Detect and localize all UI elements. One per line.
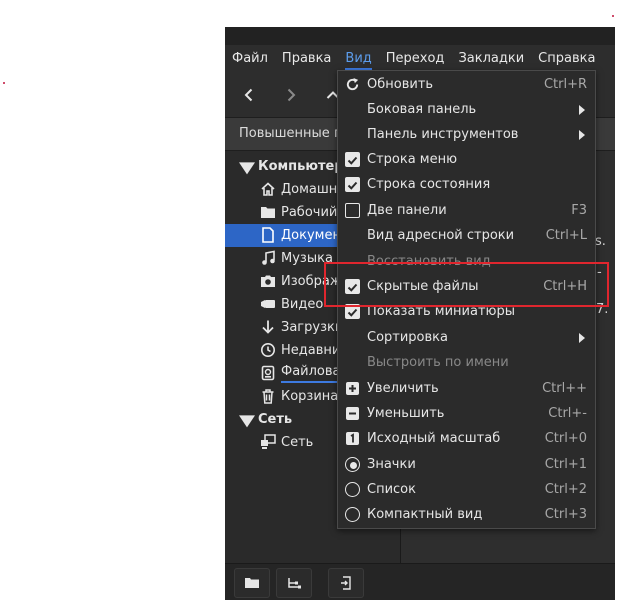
view-menu-menubar[interactable]: Строка меню <box>338 147 595 172</box>
menubar: Файл Правка Вид Переход Закладки Справка <box>225 45 615 73</box>
view-menu-zoom-original[interactable]: Исходный масштаб Ctrl+0 <box>338 426 595 451</box>
checkbox-checked-icon[interactable] <box>345 304 360 319</box>
status-bar <box>225 563 615 600</box>
menu-go[interactable]: Переход <box>379 45 452 73</box>
checkbox-unchecked-icon[interactable] <box>345 203 360 218</box>
view-menu-list-view[interactable]: Список Ctrl+2 <box>338 477 595 502</box>
view-menu-icons-view[interactable]: Значки Ctrl+1 <box>338 452 595 477</box>
camera-icon <box>261 275 275 287</box>
zoom-original-icon <box>346 432 359 445</box>
file-view-text: 7. <box>596 302 609 317</box>
folder-view-button[interactable] <box>234 568 270 598</box>
view-menu-zoom-out[interactable]: Уменьшить Ctrl+- <box>338 401 595 426</box>
marker-dot <box>3 82 5 84</box>
view-menu-location-view[interactable]: Вид адресной строки Ctrl+L <box>338 223 595 248</box>
view-menu-dropdown: Обновить Ctrl+R Боковая панель Панель ин… <box>337 70 596 529</box>
checkbox-checked-icon[interactable] <box>345 177 360 192</box>
back-button[interactable] <box>231 77 267 113</box>
music-icon <box>262 250 275 265</box>
trash-icon <box>262 389 274 404</box>
submenu-arrow-icon <box>579 105 585 115</box>
terminal-button[interactable] <box>328 568 364 598</box>
refresh-icon <box>346 77 359 91</box>
view-menu-sort[interactable]: Сортировка <box>338 325 595 350</box>
network-icon <box>261 434 276 449</box>
exit-icon <box>341 576 351 590</box>
view-menu-restore-view: Восстановить вид <box>367 254 491 269</box>
download-icon <box>262 320 274 334</box>
menu-view[interactable]: Вид <box>338 45 378 73</box>
marker-dot <box>612 15 614 17</box>
zoom-in-icon <box>346 382 359 395</box>
tree-icon <box>288 578 301 589</box>
menu-file[interactable]: Файл <box>225 45 275 73</box>
folder-icon <box>245 578 259 588</box>
drive-icon <box>261 365 275 381</box>
window-top-edge <box>225 27 615 45</box>
view-menu-toolbars[interactable]: Панель инструментов <box>338 122 595 147</box>
view-menu-dual-pane[interactable]: Две панели F3 <box>338 198 595 223</box>
zoom-out-icon <box>346 407 359 420</box>
checkbox-checked-icon[interactable] <box>345 152 360 167</box>
forward-button[interactable] <box>273 77 309 113</box>
clock-icon <box>261 343 275 357</box>
chevron-left-icon <box>244 88 253 102</box>
menu-edit[interactable]: Правка <box>275 45 338 73</box>
triangle-down-icon <box>239 162 255 175</box>
view-menu-arrange-by-name: Выстроить по имени <box>367 355 509 370</box>
view-menu-statusbar[interactable]: Строка состояния <box>338 172 595 197</box>
file-view-text: s. <box>595 234 606 249</box>
file-view-text: - <box>597 265 602 280</box>
view-menu-zoom-in[interactable]: Увеличить Ctrl++ <box>338 376 595 401</box>
tree-view-button[interactable] <box>276 568 312 598</box>
radio-unselected-icon[interactable] <box>345 482 360 497</box>
video-icon <box>261 300 275 308</box>
view-menu-compact-view[interactable]: Компактный вид Ctrl+3 <box>338 502 595 527</box>
view-menu-refresh[interactable]: Обновить Ctrl+R <box>338 72 595 97</box>
folder-icon <box>261 207 275 218</box>
checkbox-checked-icon[interactable] <box>345 279 360 294</box>
home-icon <box>261 182 275 196</box>
submenu-arrow-icon <box>579 130 585 140</box>
radio-selected-icon[interactable] <box>345 457 360 472</box>
menu-bookmarks[interactable]: Закладки <box>451 45 531 73</box>
view-menu-show-thumbnails[interactable]: Показать миниатюры <box>338 299 595 324</box>
triangle-down-icon <box>239 415 255 428</box>
document-icon <box>262 227 274 243</box>
view-menu-hidden-files[interactable]: Скрытые файлы Ctrl+H <box>338 274 595 299</box>
submenu-arrow-icon <box>579 333 585 343</box>
view-menu-side-panel[interactable]: Боковая панель <box>338 97 595 122</box>
menu-help[interactable]: Справка <box>531 45 602 73</box>
radio-unselected-icon[interactable] <box>345 507 360 522</box>
chevron-right-icon <box>287 88 296 102</box>
